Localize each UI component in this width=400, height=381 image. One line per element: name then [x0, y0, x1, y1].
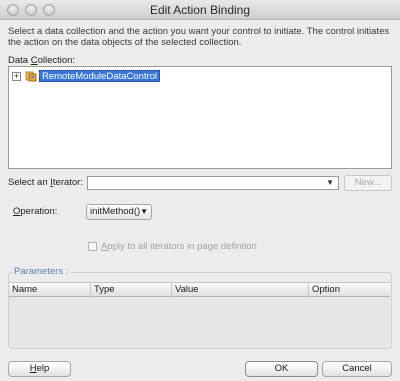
iterator-label: Select an Iterator: [8, 177, 83, 188]
operation-select-value: initMethod() [90, 206, 141, 217]
data-collection-label: Data Collection: [8, 55, 76, 66]
parameters-group-title: Parameters : [12, 266, 71, 277]
new-iterator-button[interactable]: New... [344, 175, 392, 191]
minimize-window-button[interactable] [25, 4, 37, 16]
apply-all-iterators-label: Apply to all iterators in page defintion [101, 241, 257, 252]
iterator-select[interactable]: ▼ [87, 176, 339, 190]
data-collection-tree[interactable]: + RemoteModuleDataControl [8, 66, 392, 169]
cancel-button[interactable]: Cancel [322, 361, 392, 377]
ok-button[interactable]: OK [245, 361, 318, 377]
title-bar: Edit Action Binding [0, 0, 400, 20]
expand-node-icon[interactable]: + [12, 72, 21, 81]
column-header-name[interactable]: Name [9, 283, 91, 297]
data-control-icon [25, 71, 37, 82]
apply-all-iterators-checkbox[interactable] [88, 242, 97, 251]
column-header-value[interactable]: Value [172, 283, 309, 297]
parameters-table-header: Name Type Value Option [9, 282, 390, 297]
window-title: Edit Action Binding [149, 3, 251, 17]
operation-select[interactable]: initMethod() ▼ [86, 204, 152, 220]
column-header-type[interactable]: Type [91, 283, 172, 297]
close-window-button[interactable] [7, 4, 19, 16]
instructions-text: Select a data collection and the action … [8, 26, 390, 48]
operation-label: Operation: [13, 206, 58, 217]
help-button[interactable]: Help [8, 361, 71, 377]
dropdown-arrow-icon: ▼ [140, 207, 148, 216]
dropdown-arrow-icon: ▼ [326, 178, 334, 187]
parameters-table[interactable]: Name Type Value Option [9, 282, 390, 348]
zoom-window-button[interactable] [43, 4, 55, 16]
column-header-option[interactable]: Option [309, 283, 390, 297]
edit-action-binding-dialog: Edit Action Binding Select a data collec… [0, 0, 400, 381]
tree-node-remotemoduledatacontrol[interactable]: RemoteModuleDataControl [39, 70, 161, 82]
